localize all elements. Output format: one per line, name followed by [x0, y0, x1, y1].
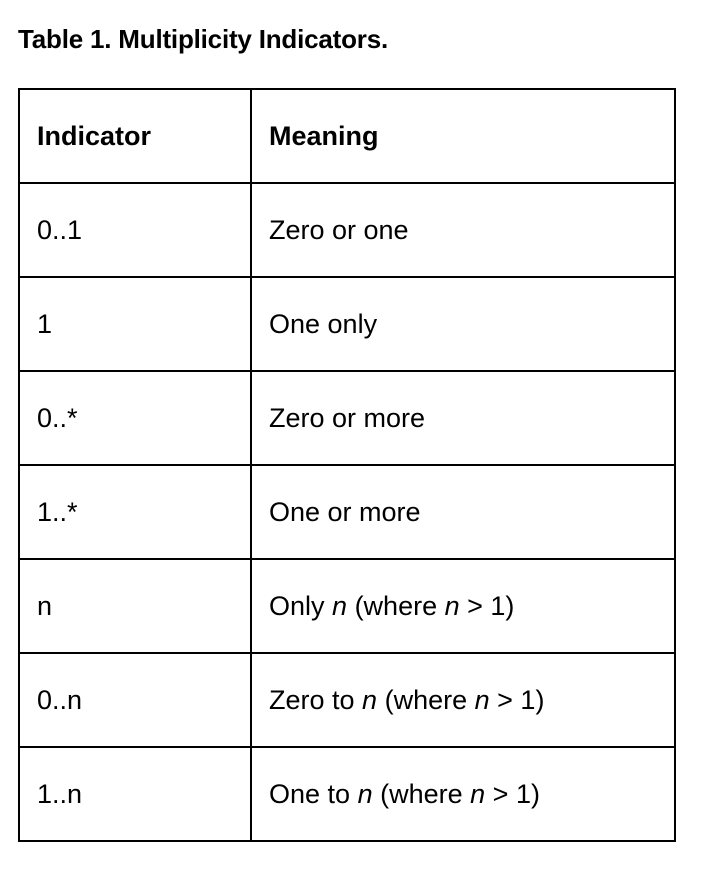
table-caption: Table 1. Multiplicity Indicators. [18, 24, 388, 54]
table-header-row: Indicator Meaning [18, 88, 676, 184]
multiplicity-table: Indicator Meaning 0..1 Zero or one 1 One on… [18, 88, 676, 842]
table-body: 0..1 Zero or one 1 One only 0..* Zero or more… [18, 182, 676, 842]
variable-n: n [332, 590, 348, 621]
variable-n: n [470, 778, 486, 809]
variable-n: n [474, 684, 490, 715]
variable-n: n [362, 684, 378, 715]
meaning-text: (where [347, 590, 445, 621]
meaning-text: One or more [269, 496, 421, 527]
meaning-text: One to [269, 778, 358, 809]
indicator-cell: 0..* [18, 370, 252, 466]
meaning-text: (where [377, 684, 475, 715]
indicator-cell: 0..1 [18, 182, 252, 278]
table-row: n Only n (where n > 1) [18, 558, 676, 654]
table-row: 1 One only [18, 276, 676, 372]
table-row: 0..n Zero to n (where n > 1) [18, 652, 676, 748]
variable-n: n [357, 778, 373, 809]
indicator-cell: 1..n [18, 746, 252, 842]
meaning-text: Zero or one [269, 214, 409, 245]
indicator-cell: 1..* [18, 464, 252, 560]
meaning-text: Zero to [269, 684, 363, 715]
meaning-text: > 1) [459, 590, 515, 621]
meaning-text: Only [269, 590, 333, 621]
meaning-text: > 1) [485, 778, 540, 809]
meaning-cell: Only n (where n > 1) [250, 558, 676, 654]
table-row: 1..* One or more [18, 464, 676, 560]
table-row: 0..1 Zero or one [18, 182, 676, 278]
table-row: 0..* Zero or more [18, 370, 676, 466]
meaning-cell: Zero or one [250, 182, 676, 278]
indicator-cell: 0..n [18, 652, 252, 748]
meaning-text: Zero or more [269, 402, 426, 433]
header-meaning: Meaning [250, 88, 676, 184]
meaning-cell: One or more [250, 464, 676, 560]
meaning-cell: Zero to n (where n > 1) [250, 652, 676, 748]
meaning-text: One only [269, 308, 378, 339]
variable-n: n [444, 590, 460, 621]
meaning-cell: One only [250, 276, 676, 372]
indicator-cell: 1 [18, 276, 252, 372]
meaning-cell: One to n (where n > 1) [250, 746, 676, 842]
meaning-text: (where [372, 778, 471, 809]
indicator-cell: n [18, 558, 252, 654]
meaning-text: > 1) [489, 684, 545, 715]
table-row: 1..n One to n (where n > 1) [18, 746, 676, 842]
meaning-cell: Zero or more [250, 370, 676, 466]
header-indicator: Indicator [18, 88, 252, 184]
